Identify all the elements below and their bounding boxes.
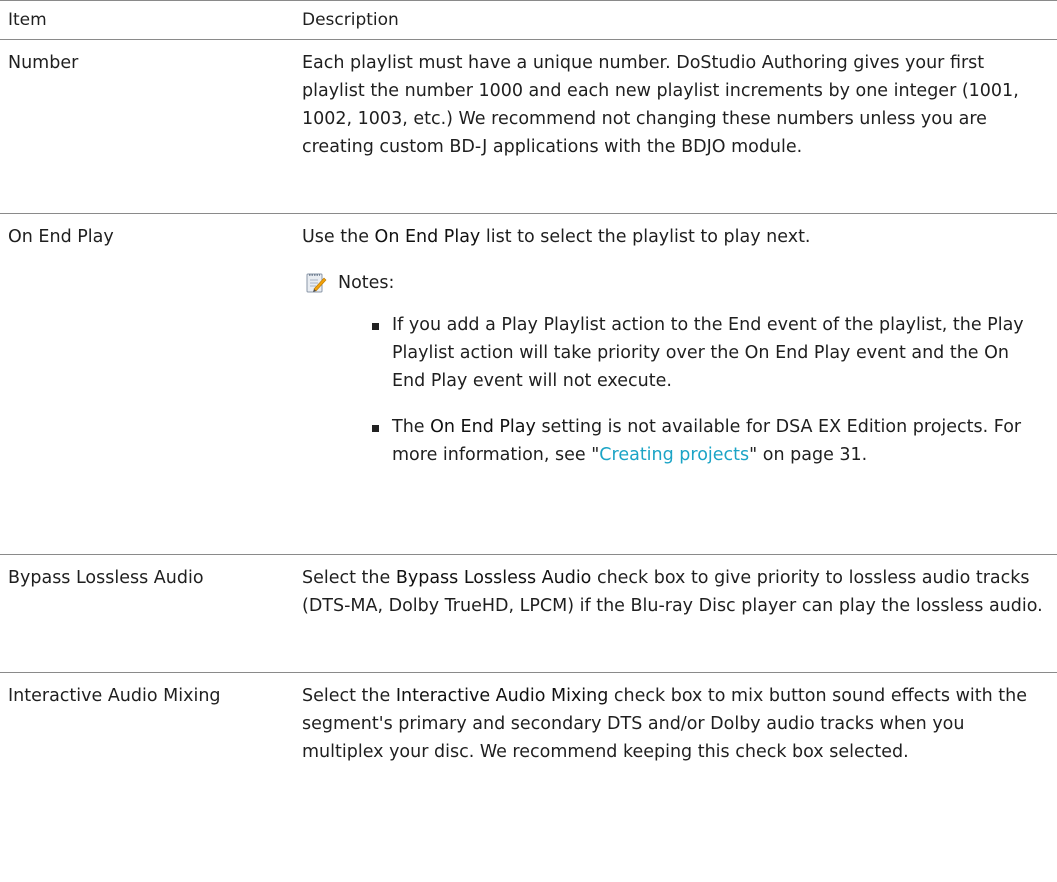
row-item-label: On End Play [8, 227, 114, 247]
row-item-label: Bypass Lossless Audio [8, 568, 204, 588]
table-row-interactive-audio-mixing: Interactive Audio Mixing Select the Inte… [0, 673, 1057, 816]
notes-heading: Notes: [302, 269, 1043, 297]
row-description: Each playlist must have a unique number.… [302, 40, 1057, 213]
description-text: Use the On End Play list to select the p… [302, 227, 811, 247]
header-item: Item [8, 10, 47, 30]
properties-table: Item Description Number Each playlist mu… [0, 0, 1057, 816]
notes-label: Notes: [338, 273, 395, 293]
row-description: Use the On End Play list to select the p… [302, 214, 1057, 554]
description-text: Select the Bypass Lossless Audio check b… [302, 568, 1043, 616]
row-item-label: Interactive Audio Mixing [8, 686, 221, 706]
bold-term: On End Play [430, 417, 536, 437]
row-item-label: Number [8, 53, 79, 73]
table-header-row: Item Description [0, 0, 1057, 40]
header-description: Description [302, 10, 399, 30]
table-row-bypass-lossless-audio: Bypass Lossless Audio Select the Bypass … [0, 555, 1057, 673]
row-description: Select the Bypass Lossless Audio check b… [302, 555, 1057, 672]
notes-list: If you add a Play Playlist action to the… [302, 311, 1043, 469]
bold-term: Bypass Lossless Audio [395, 568, 592, 588]
description-text: Select the Interactive Audio Mixing chec… [302, 686, 1028, 762]
description-text: Each playlist must have a unique number.… [302, 53, 1019, 157]
note-icon [306, 273, 327, 293]
list-item: The On End Play setting is not available… [372, 413, 1043, 469]
row-description: Select the Interactive Audio Mixing chec… [302, 673, 1057, 816]
bold-term: Interactive Audio Mixing [395, 686, 609, 706]
table-row-on-end-play: On End Play Use the On End Play list to … [0, 214, 1057, 555]
creating-projects-link[interactable]: Creating projects [599, 445, 749, 465]
table-row-number: Number Each playlist must have a unique … [0, 40, 1057, 214]
list-item: If you add a Play Playlist action to the… [372, 311, 1043, 395]
bold-term: On End Play [374, 227, 481, 247]
